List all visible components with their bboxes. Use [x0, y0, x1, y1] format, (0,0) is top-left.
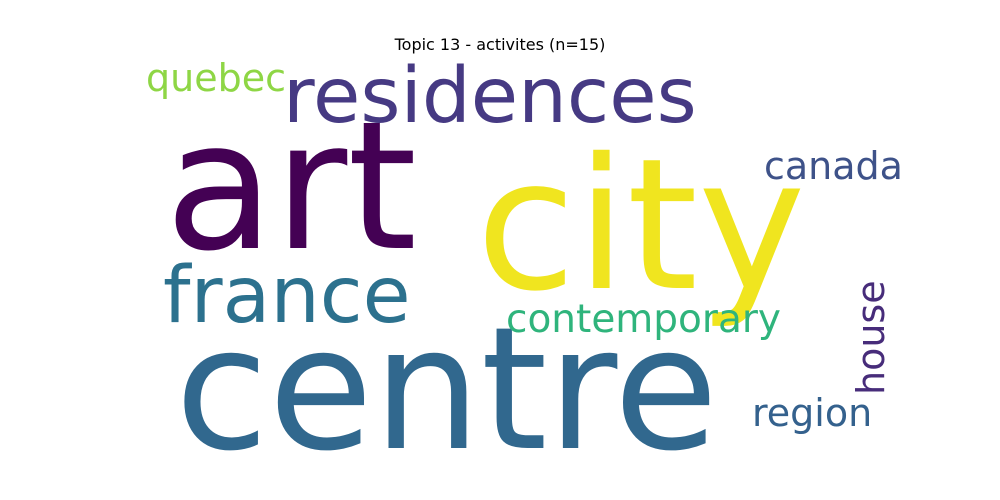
word-contemporary: contemporary — [506, 297, 781, 342]
word-cloud-figure: Topic 13 - activites (n=15) art city cen… — [0, 0, 1000, 500]
word-france: france — [163, 251, 411, 341]
word-canada: canada — [764, 144, 903, 188]
word-cloud: art city centre residences france contem… — [146, 52, 903, 489]
word-house: house — [849, 280, 893, 395]
word-residences: residences — [283, 52, 697, 141]
word-quebec: quebec — [146, 56, 286, 100]
word-region: region — [752, 391, 872, 435]
